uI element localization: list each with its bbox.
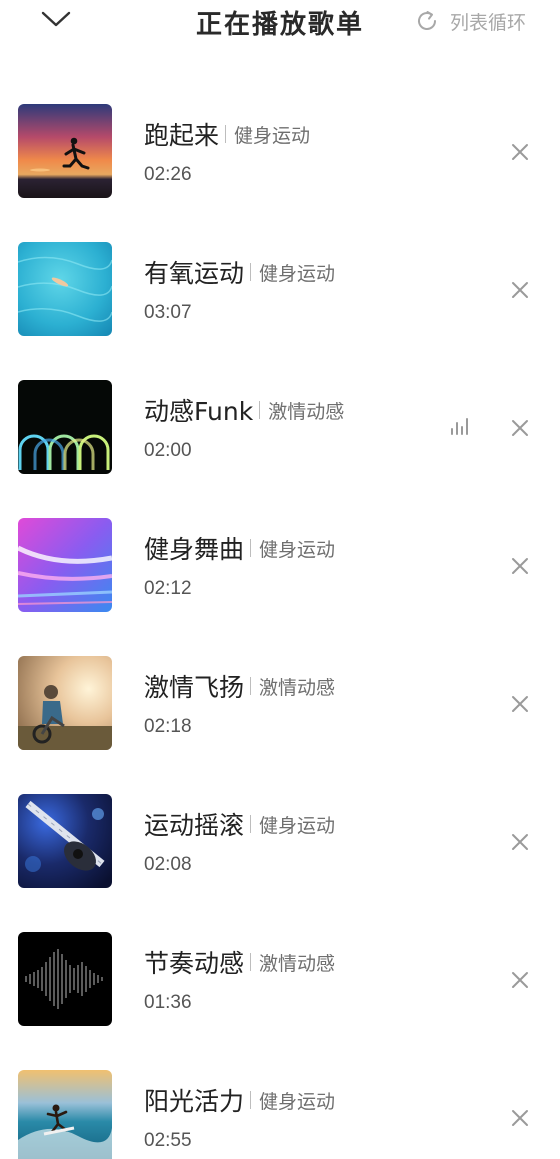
close-icon [512,558,528,574]
song-row[interactable]: 运动摇滚 健身运动 02:08 [0,772,560,910]
song-duration: 02:55 [144,1130,192,1151]
song-duration: 02:08 [144,854,192,875]
header-bar: 正在播放歌单 列表循环 [0,0,560,44]
song-row[interactable]: 阳光活力 健身运动 02:55 [0,1048,560,1159]
song-duration: 03:07 [144,302,192,323]
song-row[interactable]: 动感Funk 激情动感 02:00 [0,358,560,496]
song-duration: 02:26 [144,164,192,185]
divider [225,125,227,143]
cover-image [18,794,112,888]
song-category: 激情动感 [268,400,345,423]
song-duration: 02:12 [144,578,192,599]
divider [250,263,252,281]
song-duration: 01:36 [144,992,192,1013]
divider [250,677,252,695]
equalizer-icon [451,418,468,435]
playlist: 跑起来 健身运动 02:26 有氧运动 健身运动 03:07 动感Funk 激情… [0,82,560,1159]
cover-image [18,518,112,612]
divider [250,1091,252,1109]
song-category: 激情动感 [259,676,336,699]
cover-image [18,656,112,750]
song-category: 健身运动 [234,124,311,147]
close-icon [512,144,528,160]
play-mode-button[interactable]: 列表循环 [414,8,526,34]
remove-song-button[interactable] [506,414,534,442]
cover-image [18,1070,112,1159]
song-title: 节奏动感 [144,949,245,978]
remove-song-button[interactable] [506,828,534,856]
now-playing-indicator [447,413,475,439]
close-icon [512,696,528,712]
song-category: 健身运动 [259,814,336,837]
song-row[interactable]: 有氧运动 健身运动 03:07 [0,220,560,358]
song-title: 运动摇滚 [144,811,245,840]
cover-image [18,104,112,198]
song-duration: 02:00 [144,440,192,461]
close-icon [512,282,528,298]
close-icon [512,420,528,436]
song-category: 健身运动 [259,538,336,561]
close-icon [512,834,528,850]
play-mode-label: 列表循环 [449,11,526,34]
divider [250,539,252,557]
remove-song-button[interactable] [506,1104,534,1132]
remove-song-button[interactable] [506,276,534,304]
remove-song-button[interactable] [506,138,534,166]
remove-song-button[interactable] [506,552,534,580]
close-icon [512,1110,528,1126]
remove-song-button[interactable] [506,966,534,994]
remove-song-button[interactable] [506,690,534,718]
divider [259,401,261,419]
close-icon [512,972,528,988]
song-title: 健身舞曲 [144,535,245,564]
song-row[interactable]: 激情飞扬 激情动感 02:18 [0,634,560,772]
song-title: 激情飞扬 [144,673,245,702]
repeat-icon [418,11,436,30]
song-category: 健身运动 [259,1090,336,1113]
song-title: 阳光活力 [144,1087,245,1116]
cover-image [18,380,112,474]
divider [250,815,252,833]
song-category: 激情动感 [259,952,336,975]
cover-image [18,932,112,1026]
song-row[interactable]: 节奏动感 激情动感 01:36 [0,910,560,1048]
song-duration: 02:18 [144,716,192,737]
song-category: 健身运动 [259,262,336,285]
song-title: 有氧运动 [144,259,245,288]
song-title: 跑起来 [144,121,220,150]
song-row[interactable]: 健身舞曲 健身运动 02:12 [0,496,560,634]
cover-image [18,242,112,336]
divider [250,953,252,971]
song-row[interactable]: 跑起来 健身运动 02:26 [0,82,560,220]
song-title: 动感Funk [144,397,254,426]
